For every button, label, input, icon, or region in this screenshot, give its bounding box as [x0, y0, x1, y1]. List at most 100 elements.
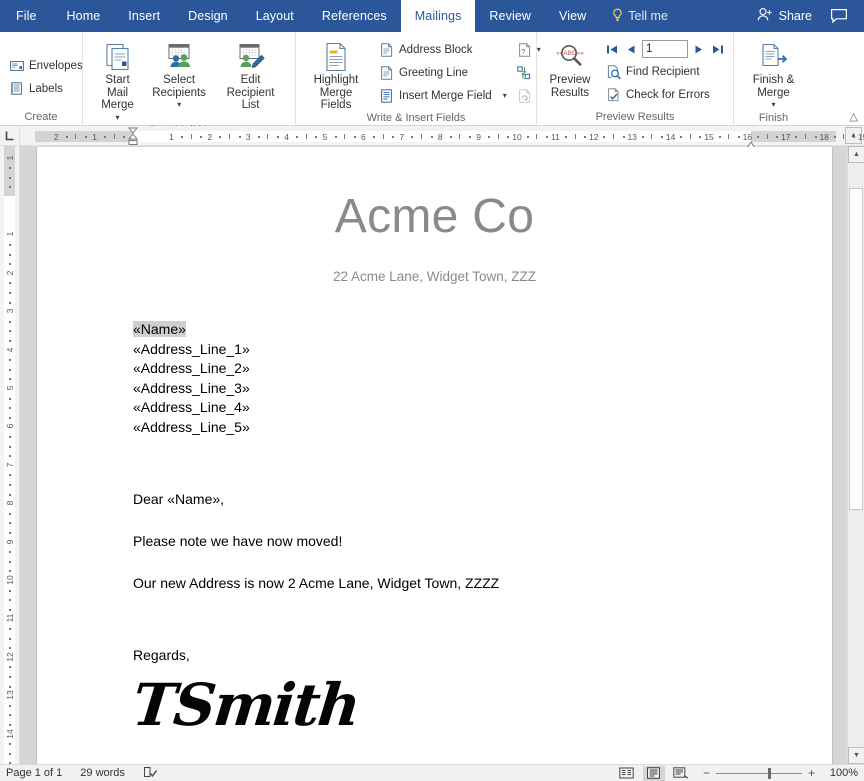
merge-field-line[interactable]: «Address_Line_2» — [133, 359, 736, 379]
chevron-down-icon[interactable]: ▾ — [771, 99, 775, 112]
tab-insert[interactable]: Insert — [114, 0, 174, 32]
ruler-track[interactable]: 2112345678910111213141516171819 — [20, 126, 864, 148]
finish-and-merge-button[interactable]: Finish & Merge ▾ — [746, 37, 802, 112]
vruler-tick: 7 — [5, 462, 15, 468]
chevron-up-icon[interactable]: △ — [850, 110, 858, 123]
scroll-up-arrow-icon[interactable]: ▲ — [848, 146, 864, 163]
preview-results-button[interactable]: ««ABC»» Preview Results — [542, 37, 598, 99]
tab-references[interactable]: References — [308, 0, 401, 32]
merge-field-address-line-4[interactable]: «Address_Line_4» — [133, 399, 250, 415]
vruler-minor-tick — [9, 608, 11, 611]
zoom-track[interactable] — [715, 767, 802, 779]
merge-field-address-line-5[interactable]: «Address_Line_5» — [133, 419, 250, 435]
ruler-tick: 4 — [284, 131, 289, 142]
vruler-minor-tick — [9, 455, 11, 458]
select-recipients-label: Select Recipients — [152, 74, 206, 99]
zoom-out-icon[interactable]: − — [703, 767, 710, 779]
vruler-top-margin[interactable] — [4, 146, 15, 196]
tab-home[interactable]: Home — [53, 0, 115, 32]
scroll-down-arrow-icon[interactable]: ▼ — [848, 747, 864, 764]
right-indent-marker[interactable] — [746, 136, 757, 148]
merge-field-address-line-2[interactable]: «Address_Line_2» — [133, 360, 250, 376]
proofing-errors-icon[interactable] — [143, 766, 158, 781]
merge-field-address-line-3[interactable]: «Address_Line_3» — [133, 380, 250, 396]
find-recipient-button[interactable]: Find Recipient — [602, 60, 726, 83]
body-paragraph-1[interactable]: Please note we have now moved! — [133, 532, 736, 551]
signature-image[interactable]: TSmith — [129, 671, 362, 739]
tab-design[interactable]: Design — [174, 0, 242, 32]
envelopes-button[interactable]: Envelopes — [5, 54, 87, 77]
document-page[interactable]: Acme Co 22 Acme Lane, Widget Town, ZZZ «… — [37, 147, 832, 764]
vertical-scroll-thumb[interactable] — [849, 188, 863, 510]
vertical-ruler[interactable]: 1123456789101112131415 — [0, 146, 20, 781]
merge-field-line[interactable]: «Name» — [133, 320, 736, 340]
ruler-minor-tick — [853, 135, 855, 138]
read-mode-icon[interactable] — [616, 766, 638, 781]
start-mail-merge-button[interactable]: Start Mail Merge ▾ — [88, 37, 147, 124]
print-layout-icon[interactable] — [642, 765, 665, 781]
ruler-minor-tick — [459, 133, 461, 139]
insert-merge-field-button[interactable]: Insert Merge Field ▾ — [375, 84, 511, 107]
web-layout-icon[interactable] — [670, 766, 692, 781]
vertical-scrollbar[interactable]: ▲ ▼ — [847, 146, 864, 764]
horizontal-ruler[interactable]: 2112345678910111213141516171819 ▲ — [0, 125, 864, 148]
edit-recipient-list-button[interactable]: Edit Recipient List — [211, 37, 290, 112]
tell-me-box[interactable]: Tell me — [600, 0, 680, 32]
chevron-down-icon[interactable]: ▾ — [503, 91, 507, 100]
merge-field-line[interactable]: «Address_Line_5» — [133, 418, 736, 438]
merge-field-line[interactable]: «Address_Line_3» — [133, 379, 736, 399]
tab-view[interactable]: View — [545, 0, 600, 32]
ruler-minor-tick — [104, 135, 107, 138]
ruler-minor-tick — [277, 135, 279, 138]
start-mail-merge-label: Start Mail Merge — [101, 74, 134, 111]
document-work-area: 2112345678910111213141516171819 ▲ 112345… — [0, 125, 864, 781]
next-record-icon[interactable] — [691, 40, 707, 58]
ruler-minor-tick — [190, 133, 192, 139]
merge-field-name[interactable]: «Name» — [133, 321, 186, 337]
tab-layout[interactable]: Layout — [242, 0, 308, 32]
closing-paragraph[interactable]: Regards, — [133, 646, 736, 665]
tab-review[interactable]: Review — [475, 0, 545, 32]
previous-record-icon[interactable] — [623, 40, 639, 58]
page-indicator[interactable]: Page 1 of 1 — [6, 767, 62, 779]
company-address: 22 Acme Lane, Widget Town, ZZZ — [332, 269, 537, 284]
check-for-errors-button[interactable]: Check for Errors — [602, 83, 726, 106]
tab-mailings[interactable]: Mailings — [400, 0, 476, 32]
labels-button[interactable]: Labels — [5, 77, 67, 100]
merge-field-address-line-1[interactable]: «Address_Line_1» — [133, 341, 250, 357]
first-record-icon[interactable] — [604, 40, 620, 58]
body-paragraph-2[interactable]: Our new Address is now 2 Acme Lane, Widg… — [133, 574, 736, 593]
vruler-minor-tick — [9, 512, 11, 515]
ruler-minor-tick — [469, 135, 471, 138]
zoom-level[interactable]: 100% — [826, 767, 858, 779]
ruler-minor-tick — [776, 135, 779, 138]
tab-file[interactable]: File — [0, 0, 53, 32]
ruler-minor-tick — [680, 135, 683, 138]
merge-field-block: «Name» «Address_Line_1» «Address_Line_2»… — [133, 320, 736, 437]
merge-field-line[interactable]: «Address_Line_1» — [133, 340, 736, 360]
word-count[interactable]: 29 words — [80, 767, 125, 779]
ruler-tick: 2 — [53, 131, 59, 142]
ruler-minor-tick — [795, 135, 798, 138]
comment-icon[interactable] — [824, 0, 854, 32]
record-number-input[interactable]: 1 — [642, 40, 688, 58]
chevron-down-icon[interactable]: ▾ — [116, 112, 120, 125]
left-indent-marker[interactable] — [127, 127, 139, 145]
greeting-line-button[interactable]: Greeting Line — [375, 61, 511, 84]
svg-text:?: ? — [521, 47, 525, 56]
last-record-icon[interactable] — [710, 40, 726, 58]
highlight-merge-fields-button[interactable]: Highlight Merge Fields — [301, 37, 371, 112]
ruler-tick: 7 — [399, 131, 405, 142]
chevron-down-icon[interactable]: ▾ — [177, 99, 181, 112]
zoom-knob[interactable] — [767, 767, 771, 779]
address-block-button[interactable]: Address Block — [375, 38, 511, 61]
zoom-slider[interactable]: − + — [697, 767, 821, 779]
ruler-minor-tick — [641, 135, 644, 138]
salutation-paragraph[interactable]: Dear «Name», — [133, 490, 736, 509]
zoom-in-icon[interactable]: + — [808, 767, 815, 779]
select-recipients-button[interactable]: Select Recipients ▾ — [147, 37, 211, 112]
share-button[interactable]: Share — [749, 0, 820, 32]
merge-field-line[interactable]: «Address_Line_4» — [133, 398, 736, 418]
ruler-tick: 17 — [781, 131, 791, 142]
left-tab-stop-icon[interactable] — [0, 125, 20, 146]
